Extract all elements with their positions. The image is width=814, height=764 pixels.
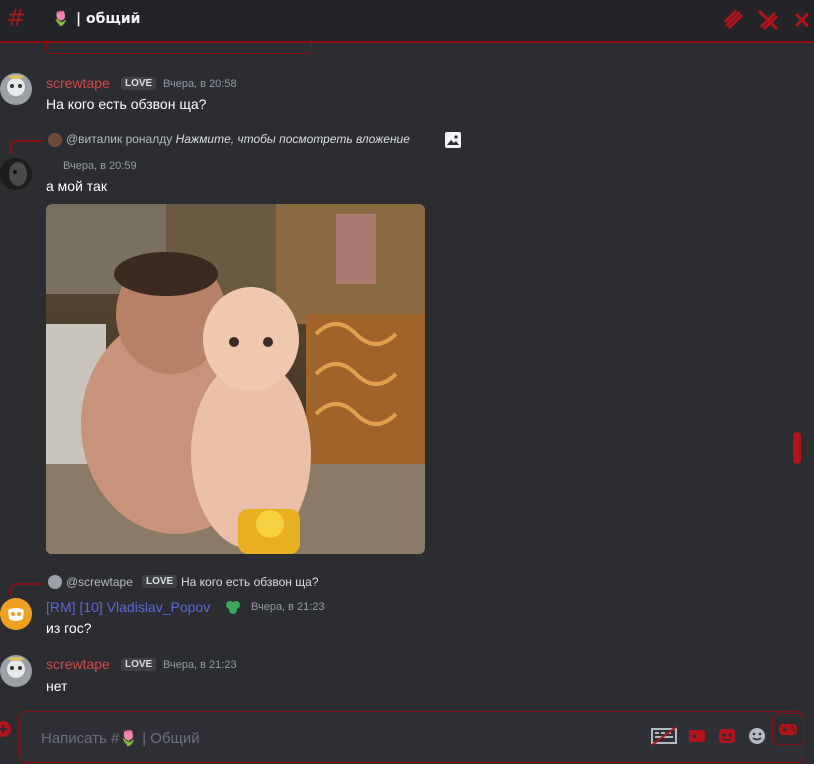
threads-icon[interactable] bbox=[722, 8, 746, 32]
message-username[interactable]: screwtape bbox=[46, 656, 110, 672]
reply-username[interactable]: @виталик роналду bbox=[66, 132, 172, 146]
message-text: нет bbox=[46, 678, 68, 694]
message-timestamp: Вчера, в 20:59 bbox=[63, 160, 137, 172]
message-username[interactable]: [RM] [10] Vladislav_Popov bbox=[46, 599, 210, 615]
reply-avatar bbox=[48, 133, 62, 147]
gift-icon[interactable] bbox=[651, 726, 677, 750]
reply-username[interactable]: @screwtape bbox=[66, 575, 133, 589]
message-timestamp: Вчера, в 21:23 bbox=[163, 659, 237, 671]
reply-preview[interactable]: @screwtape bbox=[66, 575, 133, 589]
pinned-icon[interactable] bbox=[790, 8, 814, 32]
channel-name: | общий bbox=[76, 11, 141, 27]
message-timestamp: Вчера, в 21:23 bbox=[251, 601, 325, 613]
avatar[interactable] bbox=[0, 598, 32, 630]
scrollbar-thumb[interactable] bbox=[793, 432, 801, 464]
image-attachment[interactable] bbox=[46, 204, 425, 554]
message-input[interactable] bbox=[39, 726, 603, 750]
channel-emoji: 🌷 bbox=[52, 11, 70, 27]
message-username[interactable]: screwtape bbox=[46, 75, 110, 91]
activities-button[interactable] bbox=[772, 713, 804, 745]
message-text: а мой так bbox=[46, 178, 107, 194]
message-timestamp: Вчера, в 20:58 bbox=[163, 78, 237, 90]
sticker-icon[interactable] bbox=[717, 726, 737, 750]
channel-hash-icon: # bbox=[6, 4, 27, 32]
avatar[interactable] bbox=[0, 158, 32, 190]
message-text: На кого есть обзвон ща? bbox=[46, 96, 207, 112]
message-text: из гос? bbox=[46, 620, 92, 636]
reply-avatar bbox=[48, 575, 62, 589]
header-toolbar bbox=[722, 8, 814, 32]
user-tag: LOVE bbox=[121, 77, 157, 90]
gif-icon[interactable] bbox=[687, 726, 707, 750]
composer-toolbar bbox=[651, 726, 767, 750]
reply-content: Нажмите, чтобы посмотреть вложение bbox=[175, 132, 410, 146]
emoji-icon[interactable] bbox=[747, 726, 767, 750]
avatar[interactable] bbox=[0, 655, 32, 687]
upload-plus-icon[interactable] bbox=[0, 720, 12, 738]
reply-user-tag: LOVE bbox=[142, 575, 178, 588]
user-tag: LOVE bbox=[121, 658, 157, 671]
reply-content: На кого есть обзвон ща? bbox=[181, 575, 319, 589]
role-icon bbox=[224, 598, 242, 620]
reply-connector bbox=[10, 140, 44, 154]
previous-embed-edge bbox=[46, 40, 312, 54]
reply-preview[interactable]: @виталик роналду Нажмите, чтобы посмотре… bbox=[66, 132, 410, 146]
avatar[interactable] bbox=[0, 73, 32, 105]
reply-connector bbox=[10, 583, 44, 597]
notifications-muted-icon[interactable] bbox=[756, 8, 780, 32]
channel-header: # 🌷 | общий bbox=[0, 0, 814, 43]
message-composer bbox=[18, 711, 804, 763]
image-attachment-icon bbox=[444, 131, 462, 153]
